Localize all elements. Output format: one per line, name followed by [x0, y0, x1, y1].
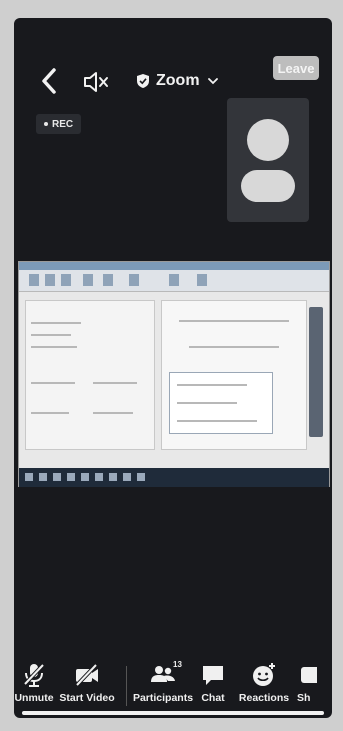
taskbar-icon [95, 473, 103, 481]
share-label: Sh [297, 692, 311, 704]
annotation-toolbar [309, 307, 323, 437]
unmute-label: Unmute [14, 692, 54, 704]
meeting-title[interactable]: Zoom [136, 68, 218, 94]
chevron-down-icon [207, 78, 218, 85]
share-button[interactable]: Sh [295, 654, 317, 718]
text-line [31, 412, 69, 414]
recording-badge: REC [36, 114, 82, 134]
chat-bubble-icon [203, 666, 223, 685]
taskbar-icon [81, 473, 89, 481]
back-chevron-icon[interactable] [38, 66, 60, 96]
text-line [93, 412, 133, 414]
text-line [31, 346, 77, 348]
text-line [31, 382, 75, 384]
smiley-plus-icon [253, 663, 275, 686]
ribbon-tool-icon [45, 274, 55, 286]
text-line [189, 346, 279, 348]
text-line [177, 420, 257, 422]
recording-dot-icon [44, 122, 48, 126]
text-line [31, 322, 81, 324]
ribbon-tool-icon [83, 274, 93, 286]
user-avatar-icon [241, 119, 295, 202]
reactions-label: Reactions [238, 692, 290, 704]
ribbon-tool-icon [103, 274, 113, 286]
mic-off-icon [23, 663, 45, 687]
shared-screen-view[interactable] [18, 261, 330, 487]
share-screen-icon [301, 667, 317, 683]
start-video-label: Start Video [59, 692, 115, 704]
recording-label: REC [52, 118, 74, 130]
chat-label: Chat [201, 692, 225, 704]
participants-count: 13 [173, 660, 182, 669]
text-line [177, 384, 247, 386]
self-video-thumbnail[interactable] [227, 98, 309, 222]
meeting-screen: Zoom Leave REC Unmute Start Video 13 Par… [14, 18, 332, 718]
home-indicator [22, 711, 324, 715]
participants-label: Participants [132, 692, 194, 704]
shared-taskbar [19, 468, 329, 487]
speaker-off-icon[interactable] [82, 70, 110, 94]
taskbar-icon [53, 473, 61, 481]
participants-button[interactable]: 13 Participants [133, 654, 193, 718]
meeting-toolbar: Unmute Start Video 13 Participants Chat … [14, 654, 332, 718]
taskbar-icon [137, 473, 145, 481]
text-line [93, 382, 137, 384]
taskbar-icon [67, 473, 75, 481]
ribbon-tool-icon [61, 274, 71, 286]
shared-window-titlebar [19, 262, 329, 270]
chat-button[interactable]: Chat [193, 654, 233, 718]
text-line [31, 334, 71, 336]
video-off-icon [75, 663, 98, 687]
text-line [179, 320, 289, 322]
unmute-button[interactable]: Unmute [14, 654, 54, 718]
toolbar-divider [126, 666, 127, 706]
ribbon-tool-icon [197, 274, 207, 286]
leave-button[interactable]: Leave [273, 56, 319, 80]
ribbon-tool-icon [169, 274, 179, 286]
text-line [177, 402, 237, 404]
taskbar-icon [25, 473, 33, 481]
taskbar-icon [123, 473, 131, 481]
start-video-button[interactable]: Start Video [54, 654, 120, 718]
shield-icon [137, 74, 149, 88]
meeting-title-text: Zoom [156, 72, 200, 89]
taskbar-icon [109, 473, 117, 481]
ribbon-tool-icon [29, 274, 39, 286]
ribbon-tool-icon [129, 274, 139, 286]
taskbar-icon [39, 473, 47, 481]
reactions-button[interactable]: Reactions [233, 654, 295, 718]
